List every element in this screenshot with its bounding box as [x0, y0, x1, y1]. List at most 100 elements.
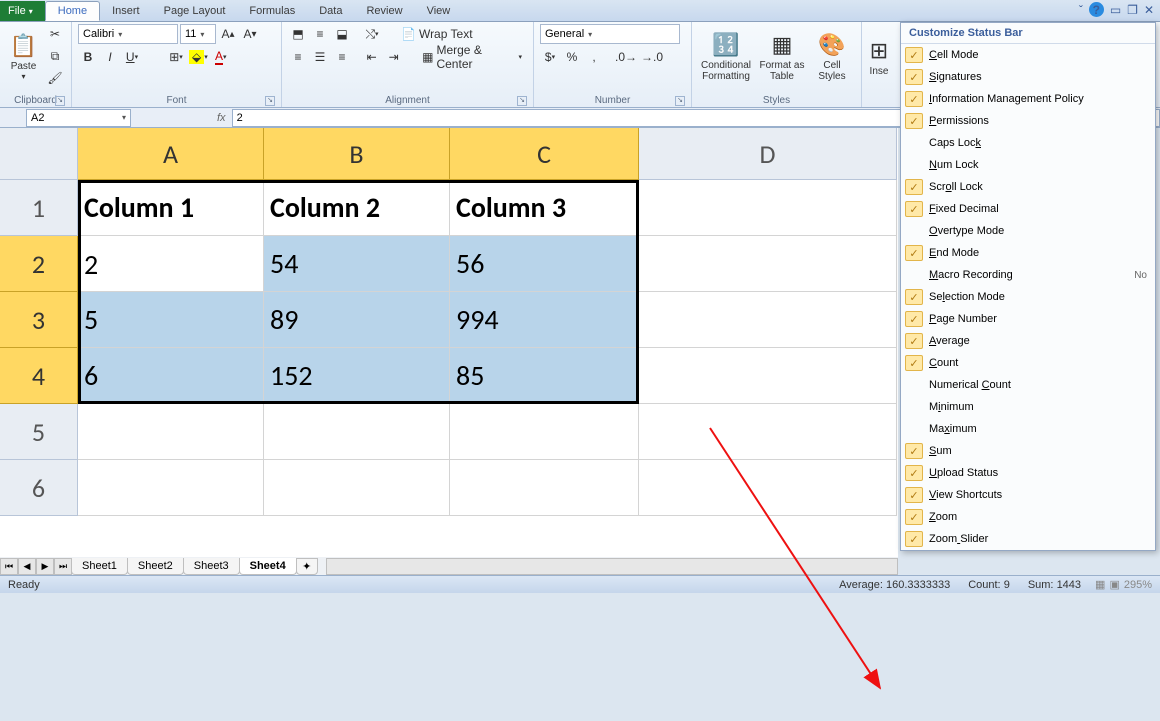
column-header-D[interactable]: D — [639, 128, 897, 180]
menu-item-page-number[interactable]: ✓Page Number — [901, 308, 1155, 330]
align-middle-button[interactable]: ≡ — [310, 24, 330, 44]
decrease-indent-button[interactable]: ⇤ — [362, 47, 382, 67]
cell-D5[interactable] — [639, 404, 897, 460]
menu-item-macro-recording[interactable]: Macro RecordingNo — [901, 264, 1155, 286]
restore-icon[interactable]: ❐ — [1127, 3, 1138, 17]
cut-button[interactable]: ✂ — [45, 24, 65, 44]
cell-C5[interactable] — [450, 404, 639, 460]
cell-C4[interactable]: 85 — [450, 348, 639, 404]
menu-item-view-shortcuts[interactable]: ✓View Shortcuts — [901, 484, 1155, 506]
sheet-tab-sheet3[interactable]: Sheet3 — [183, 558, 240, 575]
menu-item-fixed-decimal[interactable]: ✓Fixed Decimal — [901, 198, 1155, 220]
sheet-tab-sheet2[interactable]: Sheet2 — [127, 558, 184, 575]
menu-item-information-management-policy[interactable]: ✓Information Management Policy — [901, 88, 1155, 110]
cell-D3[interactable] — [639, 292, 897, 348]
row-header-2[interactable]: 2 — [0, 236, 78, 292]
bold-button[interactable]: B — [78, 47, 98, 67]
cell-A5[interactable] — [78, 404, 264, 460]
decrease-decimal-button[interactable]: →.0 — [640, 47, 664, 67]
insert-button[interactable]: ⊞ Inse — [868, 24, 890, 90]
ribbon-tab-view[interactable]: View — [415, 1, 463, 21]
menu-item-cell-mode[interactable]: ✓Cell Mode — [901, 44, 1155, 66]
sheet-tab-sheet4[interactable]: Sheet4 — [239, 558, 297, 575]
row-header-1[interactable]: 1 — [0, 180, 78, 236]
dialog-launcher-icon[interactable]: ↘ — [55, 96, 65, 106]
menu-item-caps-lock[interactable]: Caps Lock — [901, 132, 1155, 154]
underline-button[interactable]: U▾ — [122, 47, 142, 67]
paste-button[interactable]: 📋 Paste ▾ — [6, 24, 41, 90]
accounting-button[interactable]: $▾ — [540, 47, 560, 67]
font-name-select[interactable]: Calibri▾ — [78, 24, 178, 44]
increase-indent-button[interactable]: ⇥ — [384, 47, 404, 67]
ribbon-tab-formulas[interactable]: Formulas — [237, 1, 307, 21]
copy-button[interactable]: ⧉ — [45, 46, 65, 66]
ribbon-tab-home[interactable]: Home — [45, 1, 100, 21]
cell-A4[interactable]: 6 — [78, 348, 264, 404]
dialog-launcher-icon[interactable]: ↘ — [675, 96, 685, 106]
cell-B5[interactable] — [264, 404, 450, 460]
number-format-select[interactable]: General▾ — [540, 24, 680, 44]
sheet-nav-prev[interactable]: ◀ — [18, 558, 36, 575]
sheet-nav-last[interactable]: ⏭ — [54, 558, 72, 575]
cell-B2[interactable]: 54 — [264, 236, 450, 292]
ribbon-minimize-icon[interactable]: ˇ — [1079, 3, 1083, 17]
percent-button[interactable]: % — [562, 47, 582, 67]
format-as-table-button[interactable]: ▦ Format as Table — [758, 24, 806, 90]
menu-item-average[interactable]: ✓Average — [901, 330, 1155, 352]
cell-D4[interactable] — [639, 348, 897, 404]
menu-item-maximum[interactable]: Maximum — [901, 418, 1155, 440]
sheet-nav-first[interactable]: ⏮ — [0, 558, 18, 575]
cell-styles-button[interactable]: 🎨 Cell Styles — [810, 24, 854, 90]
fx-label[interactable]: fx — [211, 112, 232, 124]
grow-font-button[interactable]: A▴ — [218, 24, 238, 44]
border-button[interactable]: ⊞▾ — [166, 47, 186, 67]
column-header-C[interactable]: C — [450, 128, 639, 180]
cell-A1[interactable]: Column 1 — [78, 180, 264, 236]
cell-C3[interactable]: 994 — [450, 292, 639, 348]
ribbon-tab-data[interactable]: Data — [307, 1, 354, 21]
menu-item-zoom[interactable]: ✓Zoom — [901, 506, 1155, 528]
menu-item-signatures[interactable]: ✓Signatures — [901, 66, 1155, 88]
cell-D2[interactable] — [639, 236, 897, 292]
sheet-nav-next[interactable]: ▶ — [36, 558, 54, 575]
zoom-value[interactable]: 295% — [1124, 579, 1152, 591]
cell-D1[interactable] — [639, 180, 897, 236]
conditional-formatting-button[interactable]: 🔢 Conditional Formatting — [698, 24, 754, 90]
menu-item-count[interactable]: ✓Count — [901, 352, 1155, 374]
cell-B3[interactable]: 89 — [264, 292, 450, 348]
font-size-select[interactable]: 11▾ — [180, 24, 216, 44]
customize-status-bar-menu[interactable]: Customize Status Bar ✓Cell Mode✓Signatur… — [900, 22, 1156, 551]
help-icon[interactable]: ? — [1089, 2, 1104, 17]
fill-color-button[interactable]: ⬙▾ — [188, 47, 209, 67]
ribbon-tab-review[interactable]: Review — [354, 1, 414, 21]
menu-item-minimum[interactable]: Minimum — [901, 396, 1155, 418]
align-center-button[interactable]: ☰ — [310, 47, 330, 67]
cell-C1[interactable]: Column 3 — [450, 180, 639, 236]
orientation-button[interactable]: ⤭▾ — [362, 24, 382, 44]
sheet-tab-sheet1[interactable]: Sheet1 — [71, 558, 128, 575]
menu-item-end-mode[interactable]: ✓End Mode — [901, 242, 1155, 264]
menu-item-numerical-count[interactable]: Numerical Count — [901, 374, 1155, 396]
name-box[interactable]: A2 ▾ — [26, 109, 131, 127]
cell-C6[interactable] — [450, 460, 639, 516]
ribbon-tab-page-layout[interactable]: Page Layout — [152, 1, 238, 21]
align-right-button[interactable]: ≡ — [332, 47, 352, 67]
merge-center-button[interactable]: ▦ Merge & Center ▾ — [417, 47, 527, 67]
align-left-button[interactable]: ≡ — [288, 47, 308, 67]
menu-item-scroll-lock[interactable]: ✓Scroll Lock — [901, 176, 1155, 198]
wrap-text-button[interactable]: 📄 Wrap Text — [396, 24, 478, 44]
menu-item-permissions[interactable]: ✓Permissions — [901, 110, 1155, 132]
menu-item-overtype-mode[interactable]: Overtype Mode — [901, 220, 1155, 242]
horizontal-scrollbar[interactable] — [326, 558, 898, 575]
cell-D6[interactable] — [639, 460, 897, 516]
cell-B1[interactable]: Column 2 — [264, 180, 450, 236]
font-color-button[interactable]: A▾ — [211, 47, 231, 67]
shrink-font-button[interactable]: A▾ — [240, 24, 260, 44]
menu-item-sum[interactable]: ✓Sum — [901, 440, 1155, 462]
close-icon[interactable]: ✕ — [1144, 3, 1154, 17]
format-painter-button[interactable]: 🖌 — [45, 68, 65, 88]
worksheet-grid[interactable]: ABCD 123456 Column 1Column 2Column 35456… — [0, 128, 898, 557]
column-header-A[interactable]: A — [78, 128, 264, 180]
insert-sheet-button[interactable]: ✦ — [296, 558, 318, 575]
increase-decimal-button[interactable]: .0→ — [614, 47, 638, 67]
